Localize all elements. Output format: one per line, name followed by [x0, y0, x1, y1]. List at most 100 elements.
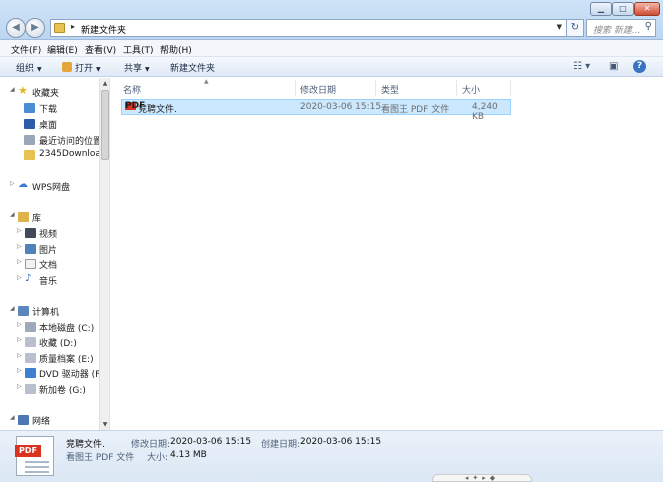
file-name[interactable]: 竞聘文件. — [138, 102, 177, 115]
menu-file[interactable]: 文件(F) — [11, 43, 41, 56]
nav-drive-f[interactable]: ▷ DVD 驱动器 (F:) — [17, 366, 106, 380]
address-path[interactable]: 新建文件夹 — [81, 23, 126, 36]
expand-arrow-icon[interactable]: ◢ — [10, 86, 15, 93]
chevron-right-icon[interactable]: ▸ — [71, 22, 75, 31]
nav-music[interactable]: ▷ ♪ 音乐 — [17, 273, 100, 287]
nav-desktop[interactable]: 桌面 — [24, 117, 100, 131]
organize-label: 组织 — [16, 64, 35, 74]
expand-arrow-icon[interactable]: ◢ — [10, 211, 15, 218]
nav-wps[interactable]: ▷ ☁ WPS网盘 — [10, 179, 100, 193]
scroll-down-icon[interactable]: ▼ — [101, 421, 109, 428]
preview-pane-icon[interactable]: ▣ — [609, 61, 618, 72]
expand-arrow-icon[interactable]: ▷ — [17, 258, 22, 265]
open-button[interactable]: 打开 ▼ — [62, 61, 101, 74]
scroll-up-icon[interactable]: ▲ — [101, 80, 109, 87]
details-pane: PDF 竞聘文件. 看图王 PDF 文件 修改日期: 2020-03-06 15… — [0, 430, 663, 482]
expand-arrow-icon[interactable]: ▷ — [10, 180, 15, 187]
share-label: 共享 — [124, 64, 143, 74]
details-created-value: 2020-03-06 15:15 — [300, 437, 382, 447]
column-type[interactable]: 类型 — [381, 83, 399, 96]
computer-icon — [18, 306, 29, 316]
refresh-button[interactable]: ↻ — [566, 19, 584, 37]
folder-icon — [24, 150, 35, 160]
document-icon — [25, 259, 36, 269]
view-options-icon[interactable]: ☷ ▾ — [573, 61, 590, 72]
thumbnail-line — [25, 466, 49, 468]
expand-arrow-icon[interactable]: ▷ — [17, 274, 22, 281]
help-icon[interactable]: ? — [633, 60, 646, 73]
nav-drive-d[interactable]: ▷ 收藏 (D:) — [17, 335, 100, 349]
column-size[interactable]: 大小 — [462, 83, 480, 96]
column-divider[interactable] — [456, 80, 457, 96]
maximize-button[interactable]: □ — [612, 2, 634, 16]
menu-tools[interactable]: 工具(T) — [123, 43, 154, 56]
search-input[interactable]: 搜索 新建... ⚲ — [586, 19, 656, 37]
nav-downloads[interactable]: 下载 — [24, 101, 100, 115]
nav-label: 计算机 — [32, 308, 60, 318]
nav-favorites[interactable]: ◢ ★ 收藏夹 — [10, 84, 100, 99]
nav-label: 本地磁盘 (C:) — [39, 324, 95, 334]
nav-drive-c[interactable]: ▷ 本地磁盘 (C:) — [17, 320, 100, 334]
file-row[interactable]: PDF 竞聘文件. 2020-03-06 15:15 看图王 PDF 文件 4,… — [121, 99, 511, 122]
music-icon: ♪ — [25, 273, 32, 284]
forward-button[interactable]: ▶ — [25, 18, 45, 38]
expand-arrow-icon[interactable]: ◢ — [10, 414, 15, 421]
expand-arrow-icon[interactable]: ▷ — [17, 321, 22, 328]
search-icon[interactable]: ⚲ — [645, 21, 652, 32]
column-modified[interactable]: 修改日期 — [300, 83, 336, 96]
minimize-button[interactable]: ▁ — [590, 2, 612, 16]
details-size-value: 4.13 MB — [170, 450, 207, 460]
new-folder-button[interactable]: 新建文件夹 — [170, 61, 215, 74]
share-button[interactable]: 共享 ▼ — [124, 61, 150, 74]
address-bar[interactable]: ▸ 新建文件夹 ▼ — [50, 19, 567, 37]
nav-drive-g[interactable]: ▷ 新加卷 (G:) — [17, 382, 100, 396]
pdf-file-icon: PDF — [125, 101, 146, 111]
nav-network[interactable]: ◢ 网络 — [10, 413, 100, 427]
details-size-label: 大小: — [147, 453, 169, 463]
nav-documents[interactable]: ▷ 文档 — [17, 257, 100, 271]
library-icon — [18, 212, 29, 222]
hard-drive-icon — [25, 384, 36, 394]
column-divider[interactable] — [510, 80, 511, 96]
video-icon — [25, 228, 36, 238]
organize-button[interactable]: 组织 ▼ — [16, 61, 42, 74]
file-modified: 2020-03-06 15:15 — [300, 102, 382, 112]
menu-help[interactable]: 帮助(H) — [160, 43, 192, 56]
recent-places-icon — [24, 135, 35, 145]
expand-arrow-icon[interactable]: ◢ — [10, 305, 15, 312]
hard-drive-icon — [25, 353, 36, 363]
nav-2345download[interactable]: 2345Download — [24, 148, 107, 162]
column-name[interactable]: 名称 — [123, 83, 141, 96]
expand-arrow-icon[interactable]: ▷ — [17, 383, 22, 390]
nav-videos[interactable]: ▷ 视频 — [17, 226, 100, 240]
nav-label: 最近访问的位置 — [39, 137, 103, 147]
chevron-down-icon[interactable]: ▼ — [557, 23, 562, 31]
expand-arrow-icon[interactable]: ▷ — [17, 367, 22, 374]
nav-scrollbar[interactable]: ▲ ▼ — [99, 78, 109, 430]
menu-view[interactable]: 查看(V) — [85, 43, 116, 56]
column-divider[interactable] — [375, 80, 376, 96]
file-size: 4,240 KB — [472, 102, 498, 122]
expand-arrow-icon[interactable]: ▷ — [17, 352, 22, 359]
menu-bar: 文件(F) 编辑(E) 查看(V) 工具(T) 帮助(H) — [0, 40, 663, 57]
scroll-thumb[interactable] — [101, 90, 109, 160]
expand-arrow-icon[interactable]: ▷ — [17, 336, 22, 343]
nav-label: 视频 — [39, 230, 58, 240]
star-icon: ★ — [18, 84, 28, 97]
hard-drive-icon — [25, 337, 36, 347]
menu-edit[interactable]: 编辑(E) — [47, 43, 78, 56]
close-button[interactable]: ✕ — [634, 2, 660, 16]
nav-drive-e[interactable]: ▷ 质量档案 (E:) — [17, 351, 100, 365]
column-divider[interactable] — [295, 80, 296, 96]
nav-computer[interactable]: ◢ 计算机 — [10, 304, 100, 318]
nav-recent[interactable]: 最近访问的位置 — [24, 133, 103, 147]
details-modified-value: 2020-03-06 15:15 — [170, 437, 252, 447]
nav-libraries[interactable]: ◢ 库 — [10, 210, 100, 224]
floating-toolbar-edge[interactable]: ◂✦▸◆ — [432, 474, 532, 482]
file-list: ▲ 名称 修改日期 类型 大小 — [112, 78, 663, 430]
nav-pictures[interactable]: ▷ 图片 — [17, 242, 100, 256]
file-type: 看图王 PDF 文件 — [381, 105, 450, 115]
expand-arrow-icon[interactable]: ▷ — [17, 243, 22, 250]
expand-arrow-icon[interactable]: ▷ — [17, 227, 22, 234]
back-button[interactable]: ◀ — [6, 18, 26, 38]
